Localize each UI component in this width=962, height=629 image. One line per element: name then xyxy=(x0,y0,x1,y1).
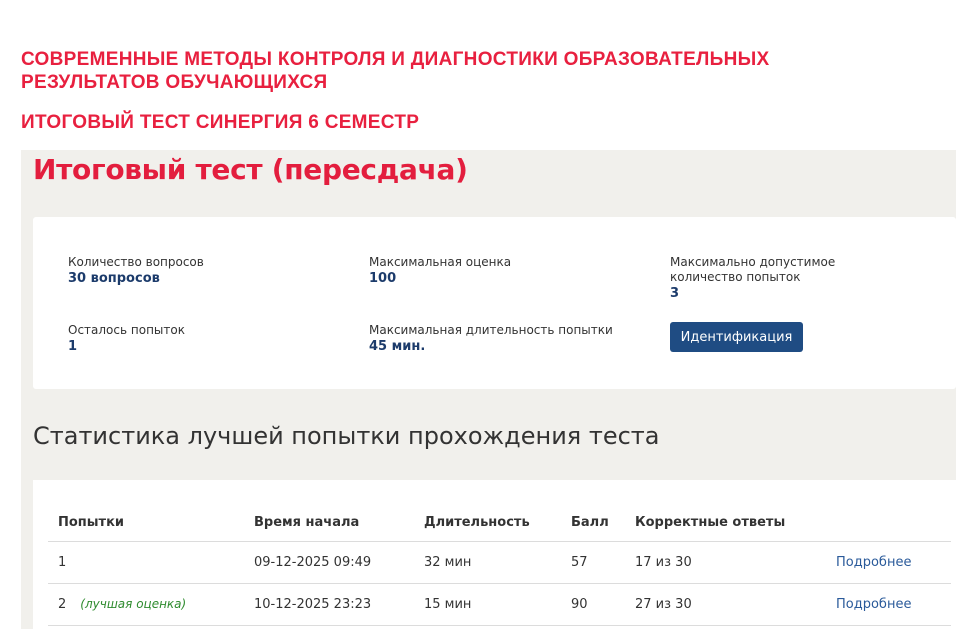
details-cell: Подробнее xyxy=(826,541,951,584)
max-duration-value: 45 мин. xyxy=(369,339,426,354)
attempts-table: Попытки Время начала Длительность Балл К… xyxy=(48,509,951,626)
table-row: 1 09-12-2025 09:49 32 мин 57 17 из 30 По… xyxy=(48,541,951,584)
remaining-value: 1 xyxy=(68,339,78,354)
score-cell: 57 xyxy=(561,541,625,584)
correct-cell: 17 из 30 xyxy=(625,541,826,584)
details-link[interactable]: Подробнее xyxy=(836,597,911,612)
col-duration: Длительность xyxy=(414,509,561,542)
score-cell: 90 xyxy=(561,583,625,626)
attempt-cell: 2 (лучшая оценка) xyxy=(48,583,244,626)
max-score-info: Максимальная оценка 100 xyxy=(369,255,511,287)
duration-cell: 32 мин xyxy=(414,541,561,584)
remaining-label: Осталось попыток xyxy=(68,323,185,337)
attempt-number: 2 xyxy=(58,596,67,612)
col-attempts: Попытки xyxy=(48,509,244,542)
remaining-info: Осталось попыток 1 xyxy=(68,323,185,355)
test-info-card: Количество вопросов 30 вопросов Максимал… xyxy=(33,217,956,389)
details-cell: Подробнее xyxy=(826,583,951,626)
start-time-cell: 09-12-2025 09:49 xyxy=(244,541,414,584)
document-title: СОВРЕМЕННЫЕ МЕТОДЫ КОНТРОЛЯ И ДИАГНОСТИК… xyxy=(21,49,770,93)
questions-label: Количество вопросов xyxy=(68,255,204,269)
max-attempts-label: Максимально допустимое количество попыто… xyxy=(670,255,836,284)
attempt-cell: 1 xyxy=(48,541,244,584)
table-row: 2 (лучшая оценка) 10-12-2025 23:23 15 мин… xyxy=(48,583,951,626)
stats-card: Попытки Время начала Длительность Балл К… xyxy=(33,480,956,629)
best-score-note: (лучшая оценка) xyxy=(80,596,187,611)
max-score-value: 100 xyxy=(369,271,397,286)
col-correct: Корректные ответы xyxy=(625,509,826,542)
identification-button[interactable]: Идентификация xyxy=(670,322,803,352)
details-link[interactable]: Подробнее xyxy=(836,555,911,570)
questions-info: Количество вопросов 30 вопросов xyxy=(68,255,204,287)
col-start-time: Время начала xyxy=(244,509,414,542)
max-duration-info: Максимальная длительность попытки 45 мин… xyxy=(369,323,613,355)
document-subtitle: ИТОГОВЫЙ ТЕСТ СИНЕРГИЯ 6 СЕМЕСТР xyxy=(21,112,420,133)
col-score: Балл xyxy=(561,509,625,542)
start-time-cell: 10-12-2025 23:23 xyxy=(244,583,414,626)
stats-title: Статистика лучшей попытки прохождения те… xyxy=(33,422,660,450)
max-score-label: Максимальная оценка xyxy=(369,255,512,269)
attempt-number: 1 xyxy=(58,554,67,570)
duration-cell: 15 мин xyxy=(414,583,561,626)
page-title: Итоговый тест (пересдача) xyxy=(33,153,468,186)
test-panel: Итоговый тест (пересдача) Количество воп… xyxy=(21,150,956,629)
correct-cell: 27 из 30 xyxy=(625,583,826,626)
max-duration-label: Максимальная длительность попытки xyxy=(369,323,613,337)
questions-value: 30 вопросов xyxy=(68,271,160,286)
col-actions xyxy=(826,509,951,542)
max-attempts-value: 3 xyxy=(670,286,680,301)
table-header-row: Попытки Время начала Длительность Балл К… xyxy=(48,509,951,542)
max-attempts-info: Максимально допустимое количество попыто… xyxy=(670,255,910,302)
